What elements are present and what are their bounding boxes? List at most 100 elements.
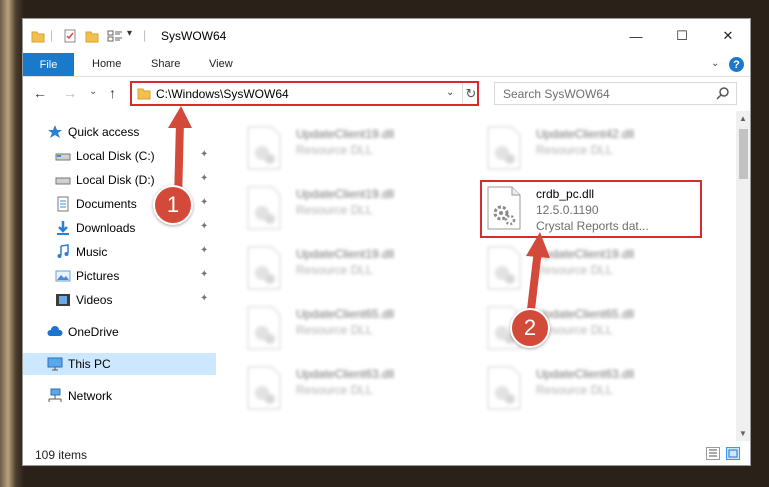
file-description: Resource DLL <box>296 383 373 397</box>
sidebar-item-label: Local Disk (D:) <box>76 173 155 187</box>
dll-file-icon <box>247 246 281 290</box>
list-item[interactable]: UpdateClient63.dll Resource DLL <box>226 361 456 415</box>
expand-ribbon-icon[interactable]: ⌄ <box>711 58 719 69</box>
maximize-button[interactable]: ☐ <box>659 19 705 53</box>
address-path[interactable]: C:\Windows\SysWOW64 <box>156 87 289 101</box>
address-bar[interactable]: C:\Windows\SysWOW64 ⌄ ↻ <box>130 81 479 106</box>
tab-view[interactable]: View <box>209 58 233 70</box>
customize-toolbar-chevron-icon[interactable]: ▾ <box>127 28 132 39</box>
file-name: UpdateClient65.dll <box>536 307 635 321</box>
back-arrow-icon[interactable]: ← <box>33 85 47 101</box>
file-name: UpdateClient42.dll <box>536 127 635 141</box>
separator: | <box>143 28 147 42</box>
sidebar-item-label: OneDrive <box>68 325 119 339</box>
videos-icon <box>56 294 70 306</box>
help-icon[interactable]: ? <box>729 57 744 72</box>
sidebar-item-downloads[interactable]: Downloads ✦ <box>23 217 216 239</box>
sidebar-item-pictures[interactable]: Pictures ✦ <box>23 265 216 287</box>
sidebar-item-music[interactable]: Music ✦ <box>23 241 216 263</box>
pictures-icon <box>55 270 71 282</box>
sidebar-item-label: Music <box>76 245 108 259</box>
drive-icon <box>55 153 71 161</box>
title-bar: | ▾ | SysWOW64 — ☐ ✕ <box>23 19 750 53</box>
close-icon: ✕ <box>722 28 734 43</box>
folder-icon <box>31 31 45 43</box>
network-icon <box>48 388 62 402</box>
maximize-icon: ☐ <box>676 28 688 43</box>
highlighted-file-box <box>480 180 702 238</box>
dll-file-icon <box>487 246 521 290</box>
search-box[interactable]: Search SysWOW64 <box>494 82 737 105</box>
list-item[interactable]: UpdateClient63.dll Resource DLL <box>466 361 696 415</box>
pin-icon[interactable]: ✦ <box>200 293 208 304</box>
sidebar-item-label: Videos <box>76 293 113 307</box>
list-item[interactable]: UpdateClient65.dll Resource DLL <box>466 301 696 355</box>
pin-icon[interactable]: ✦ <box>200 149 208 160</box>
sidebar-item-label: This PC <box>68 357 111 371</box>
list-item[interactable]: UpdateClient19.dll Resource DLL <box>226 181 456 235</box>
file-description: Resource DLL <box>536 143 613 157</box>
pin-icon[interactable]: ✦ <box>200 269 208 280</box>
sidebar-item-local-disk-c[interactable]: Local Disk (C:) ✦ <box>23 145 216 167</box>
up-arrow-icon[interactable]: ↑ <box>109 85 116 101</box>
music-icon <box>57 244 69 258</box>
sidebar-item-local-disk-d[interactable]: Local Disk (D:) ✦ <box>23 169 216 191</box>
list-item[interactable]: UpdateClient19.dll Resource DLL <box>466 241 696 295</box>
list-item[interactable]: UpdateClient19.dll Resource DLL <box>226 121 456 175</box>
separator: | <box>50 28 54 42</box>
list-item[interactable]: UpdateClient65.dll Resource DLL <box>226 301 456 355</box>
star-icon <box>48 125 62 138</box>
forward-arrow-icon[interactable]: → <box>63 85 77 101</box>
sidebar-item-videos[interactable]: Videos ✦ <box>23 289 216 311</box>
minimize-button[interactable]: — <box>613 19 659 53</box>
folder-icon <box>137 88 151 100</box>
list-item[interactable]: UpdateClient42.dll Resource DLL <box>466 121 696 175</box>
file-description: Resource DLL <box>296 263 373 277</box>
file-description: Resource DLL <box>536 383 613 397</box>
this-pc-icon <box>47 357 63 371</box>
view-options-icon[interactable] <box>107 29 123 43</box>
sidebar-item-label: Pictures <box>76 269 120 283</box>
vertical-scrollbar[interactable]: ▲ ▼ <box>736 111 750 441</box>
pin-icon[interactable]: ✦ <box>200 245 208 256</box>
scroll-thumb[interactable] <box>739 129 748 179</box>
refresh-icon[interactable]: ↻ <box>462 83 479 104</box>
scroll-down-icon[interactable]: ▼ <box>739 429 747 438</box>
new-folder-icon[interactable] <box>85 29 99 43</box>
pin-icon[interactable]: ✦ <box>200 221 208 232</box>
properties-icon[interactable] <box>63 29 77 43</box>
recent-locations-icon[interactable]: ⌄ <box>89 86 97 97</box>
sidebar-item-label: Network <box>68 389 113 403</box>
downloads-icon <box>57 221 69 235</box>
file-name: UpdateClient63.dll <box>296 367 395 381</box>
navigation-pane: Quick access Local Disk (C:) ✦ Local Dis… <box>23 111 216 441</box>
dll-file-icon <box>247 126 281 170</box>
sidebar-item-network[interactable]: Network <box>23 385 216 407</box>
file-explorer-window: | ▾ | SysWOW64 — ☐ ✕ File Home Share Vie… <box>22 18 751 466</box>
sidebar-item-quick-access[interactable]: Quick access <box>23 121 216 143</box>
minimize-icon: — <box>629 28 643 44</box>
sidebar-item-this-pc[interactable]: This PC <box>23 353 216 375</box>
pin-icon[interactable]: ✦ <box>200 197 208 208</box>
dll-file-icon <box>487 366 521 410</box>
tab-file[interactable]: File <box>23 53 74 76</box>
search-input[interactable]: Search SysWOW64 <box>503 87 610 101</box>
search-icon[interactable] <box>716 86 730 100</box>
dll-file-icon <box>247 306 281 350</box>
large-icons-view-button[interactable] <box>726 447 740 460</box>
sidebar-item-label: Documents <box>76 197 137 211</box>
scroll-up-icon[interactable]: ▲ <box>739 114 747 123</box>
sidebar-item-onedrive[interactable]: OneDrive <box>23 321 216 343</box>
navigation-bar: ← → ⌄ ↑ C:\Windows\SysWOW64 ⌄ ↻ Search S… <box>23 77 750 111</box>
list-item[interactable]: UpdateClient19.dll Resource DLL <box>226 241 456 295</box>
tab-share[interactable]: Share <box>151 58 180 70</box>
file-name: UpdateClient19.dll <box>536 247 635 261</box>
pin-icon[interactable]: ✦ <box>200 173 208 184</box>
file-list: UpdateClient19.dll Resource DLL UpdateCl… <box>216 111 736 441</box>
close-button[interactable]: ✕ <box>705 19 750 53</box>
address-dropdown-icon[interactable]: ⌄ <box>446 87 454 98</box>
tab-home[interactable]: Home <box>92 58 121 70</box>
file-name: UpdateClient65.dll <box>296 307 395 321</box>
file-name: UpdateClient19.dll <box>296 127 395 141</box>
details-view-button[interactable] <box>706 447 720 460</box>
